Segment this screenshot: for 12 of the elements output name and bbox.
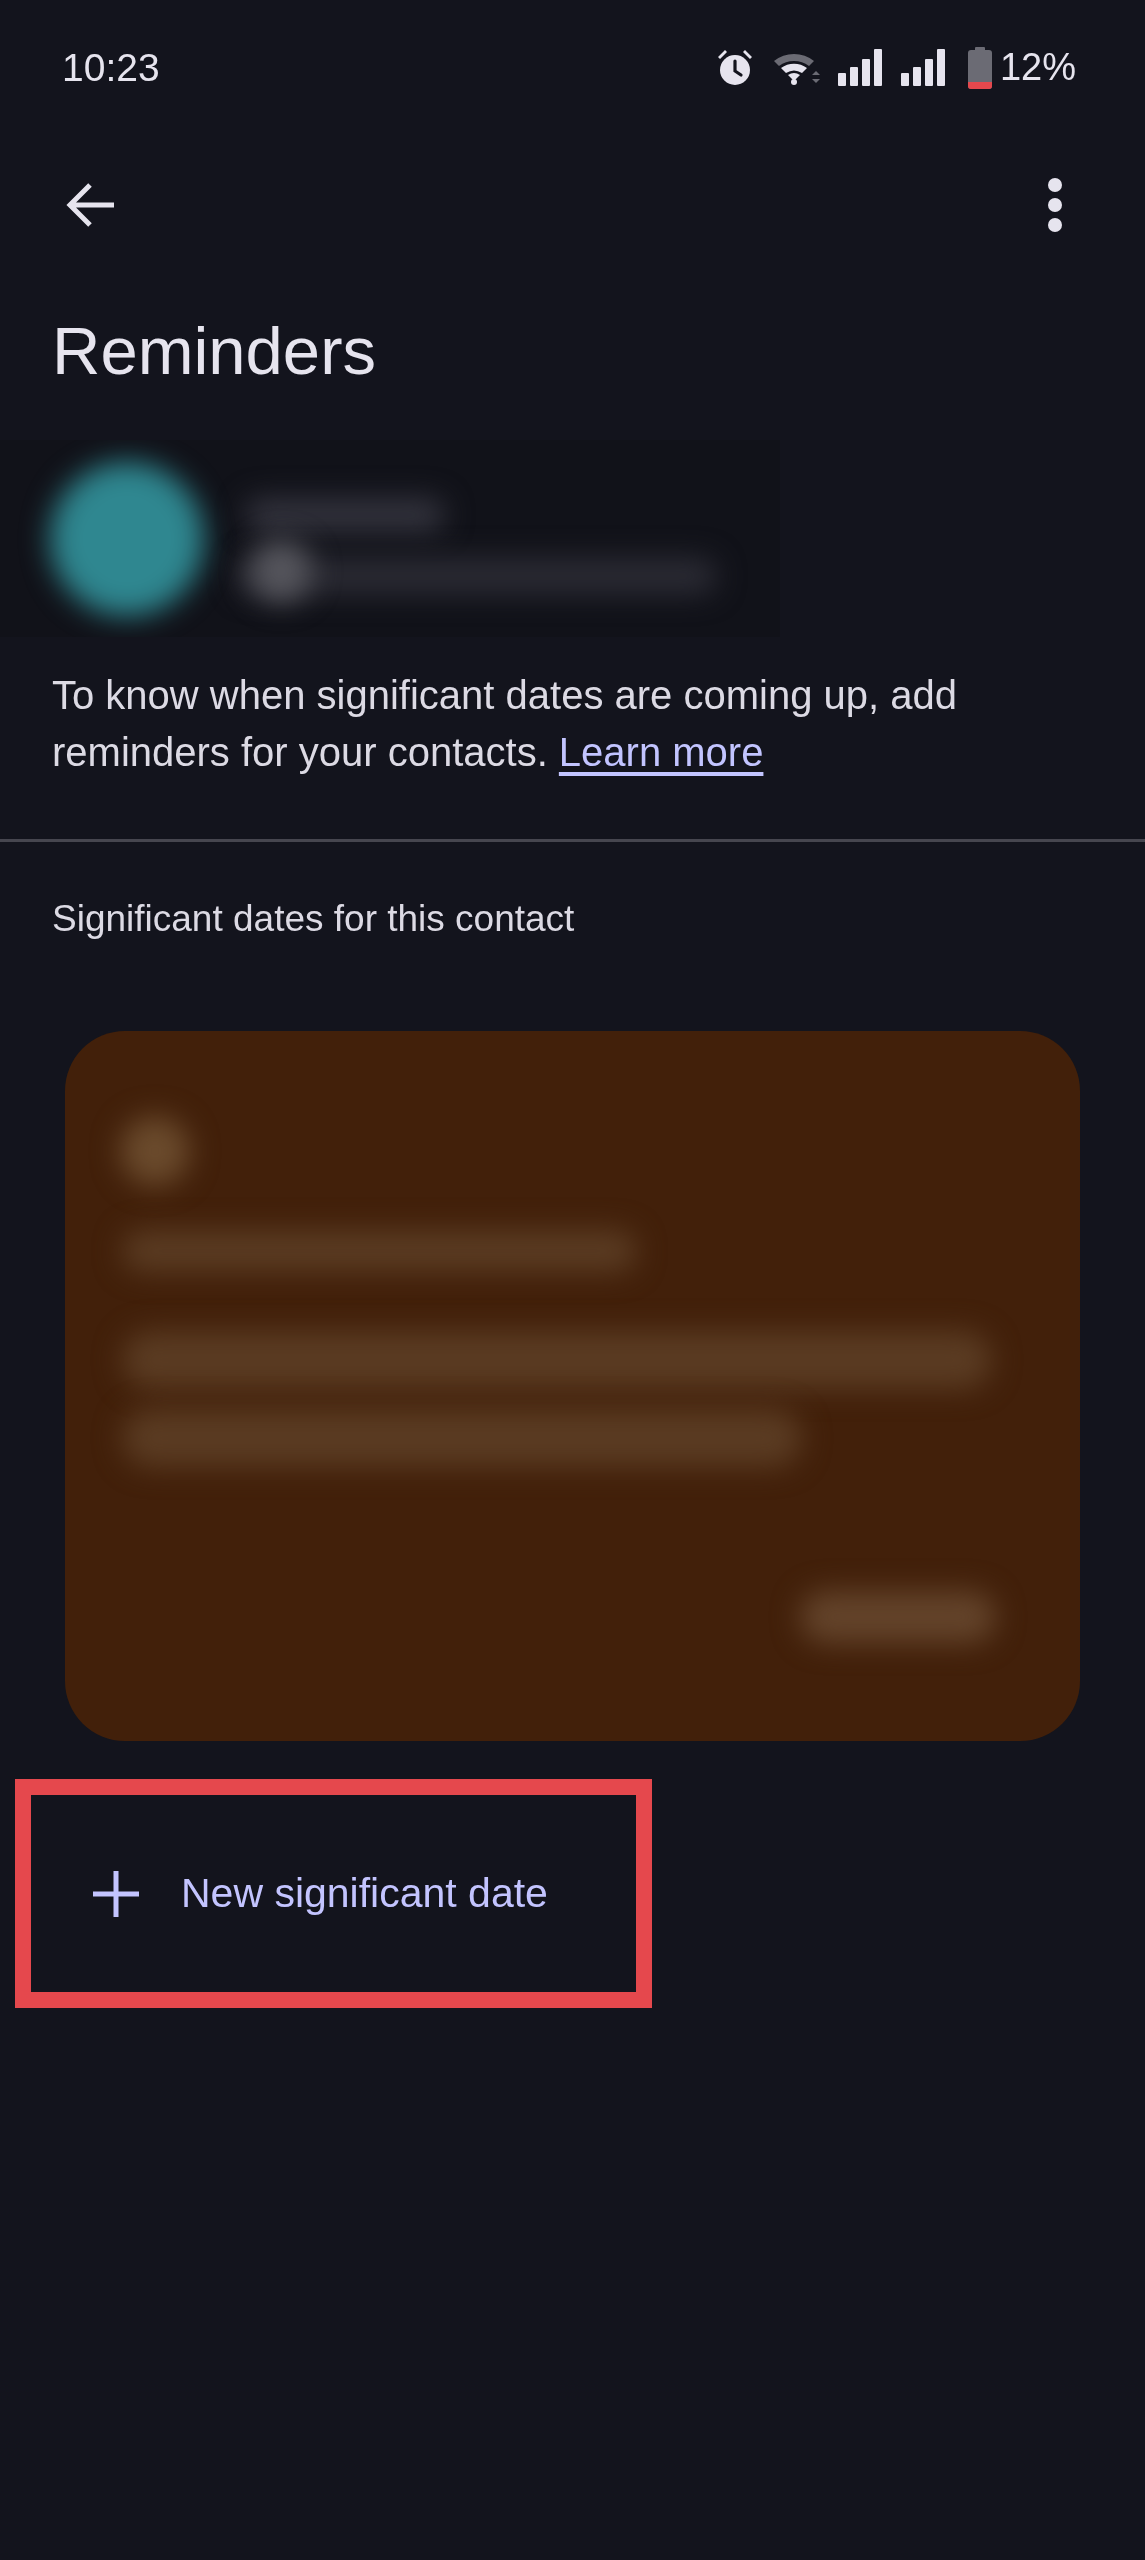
new-significant-date-button[interactable]: New significant date xyxy=(31,1795,636,1992)
description-text: To know when significant dates are coming up, add reminders for your contacts. Learn more xyxy=(52,672,958,776)
more-options-icon[interactable] xyxy=(1047,178,1063,232)
battery-icon xyxy=(967,46,992,89)
section-heading: Significant dates for this contact xyxy=(52,897,576,941)
signal-icon xyxy=(835,49,885,86)
learn-more-link[interactable]: Learn more xyxy=(558,730,764,774)
page-title: Reminders xyxy=(52,312,377,390)
plus-icon xyxy=(93,1870,139,1917)
battery-percentage: 12% xyxy=(999,46,1076,89)
signal-icon xyxy=(898,49,948,86)
status-time: 10:23 xyxy=(62,45,160,90)
